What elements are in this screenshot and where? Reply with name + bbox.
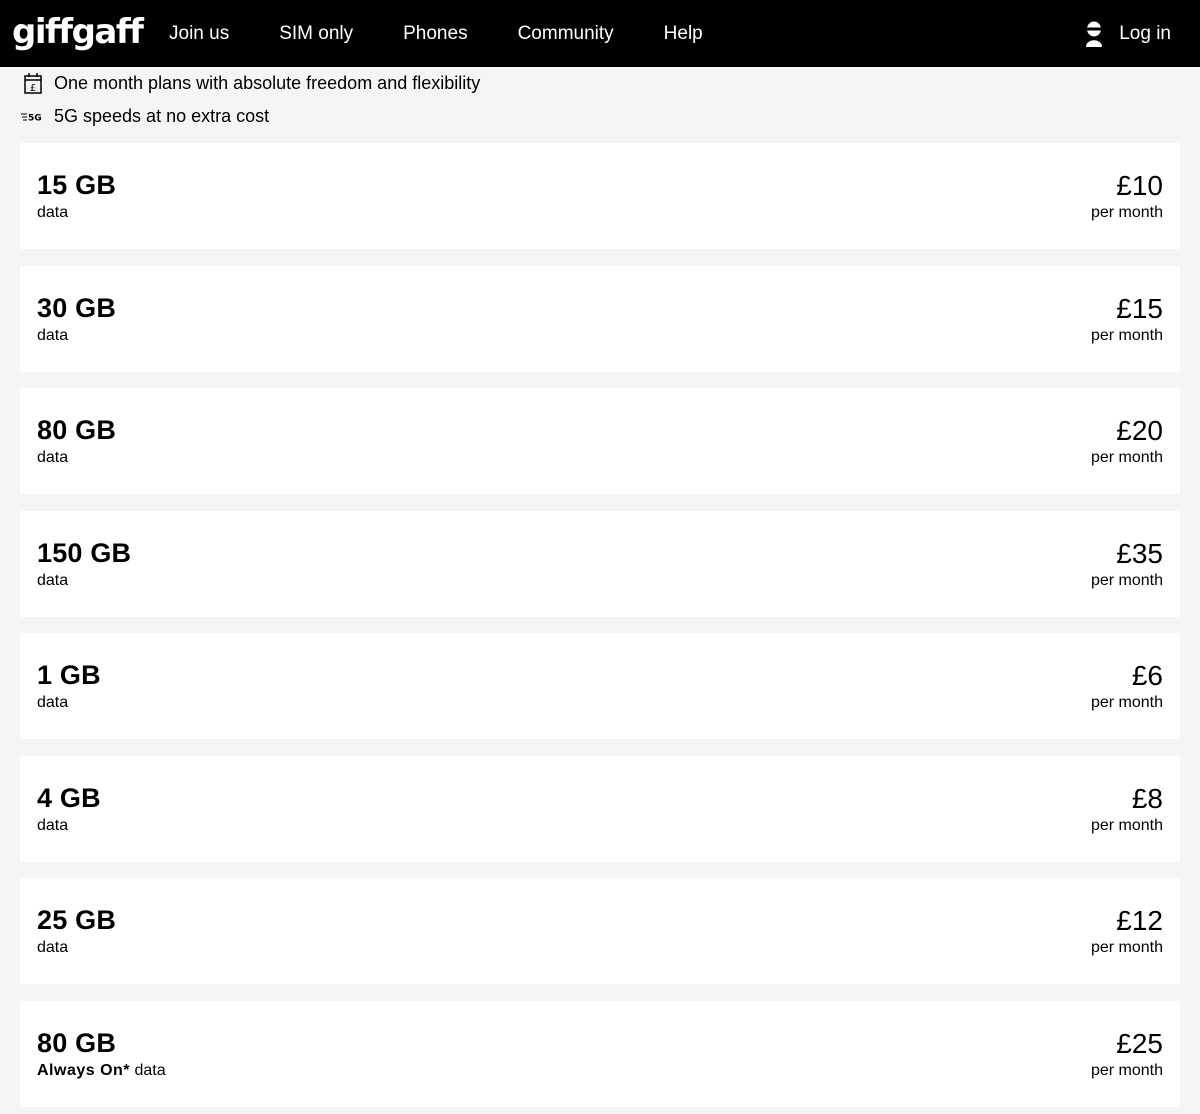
feature-item: £ One month plans with absolute freedom … [21,67,1200,100]
plan-card[interactable]: 15 GB data £10 per month [20,143,1180,249]
pound-calendar-icon: £ [24,72,42,94]
plan-period: per month [1090,204,1163,221]
plan-price: £20 [1116,415,1163,446]
plan-price: £6 [1131,660,1163,691]
plan-period: per month [1090,939,1163,956]
plan-card[interactable]: 4 GB data £8 per month [20,755,1180,862]
plan-card[interactable]: 25 GB data £12 per month [20,878,1180,984]
plan-data-label: data [37,816,69,834]
plan-price: £12 [1116,905,1163,936]
feature-text: One month plans with absolute freedom an… [54,73,481,93]
nav-community[interactable]: Community [518,23,614,45]
site-header: giffgaff Join us SIM only Phones Communi… [0,0,1200,67]
nav-join-us[interactable]: Join us [169,23,229,45]
plan-period: per month [1090,816,1163,834]
svg-text:5G: 5G [28,113,42,123]
plan-data-amount: 150 GB [37,537,132,568]
plan-card[interactable]: 80 GB data £20 per month [20,388,1180,494]
plan-price: £15 [1116,292,1163,324]
plan-features: £ One month plans with absolute freedom … [0,67,1200,143]
plan-data-amount: 80 GB [37,415,117,445]
feature-item: 5G 5G speeds at no extra cost [21,100,1200,133]
login-label: Log in [1119,22,1171,44]
plan-period: per month [1090,449,1163,466]
nav-help[interactable]: Help [664,23,703,45]
plan-data-label: Always On* data [37,1061,166,1079]
plan-card[interactable]: 150 GB data £35 per month [20,510,1180,617]
5g-icon: 5G [21,113,42,123]
giffgaff-logo[interactable]: giffgaff [12,10,144,54]
login-button[interactable]: Log in [1085,0,1171,67]
plan-data-amount: 15 GB [37,170,117,200]
plan-price: £25 [1116,1027,1163,1059]
plan-period: per month [1090,1061,1163,1079]
plan-data-label: data [37,694,69,711]
plan-data-amount: 25 GB [37,905,117,935]
plan-data-amount: 4 GB [37,782,101,813]
nav-phones[interactable]: Phones [403,23,467,45]
plan-card[interactable]: 1 GB data £6 per month [20,633,1180,739]
main-nav: Join us SIM only Phones Community Help [169,0,753,67]
user-icon [1086,21,1103,47]
plan-period: per month [1090,571,1163,589]
plan-data-amount: 1 GB [37,660,101,690]
plan-card[interactable]: 80 GB Always On* data £25 per month [20,1000,1180,1107]
svg-text:£: £ [30,83,36,94]
plan-data-label: data [37,939,69,956]
nav-sim-only[interactable]: SIM only [279,23,353,45]
plan-data-amount: 30 GB [37,292,117,323]
plan-price: £35 [1116,537,1163,569]
feature-text: 5G speeds at no extra cost [54,106,270,126]
plan-period: per month [1090,694,1163,711]
plan-data-label: data [37,326,69,344]
plan-list: 15 GB data £10 per month 30 GB data £15 … [0,143,1200,1107]
plan-data-label: data [37,204,69,221]
plan-card[interactable]: 30 GB data £15 per month [20,265,1180,372]
plan-data-label: data [37,449,69,466]
plan-period: per month [1090,326,1163,344]
plan-data-amount: 80 GB [37,1027,117,1058]
plan-data-label: data [37,571,69,589]
plan-price: £10 [1116,170,1163,201]
plan-price: £8 [1131,782,1163,814]
